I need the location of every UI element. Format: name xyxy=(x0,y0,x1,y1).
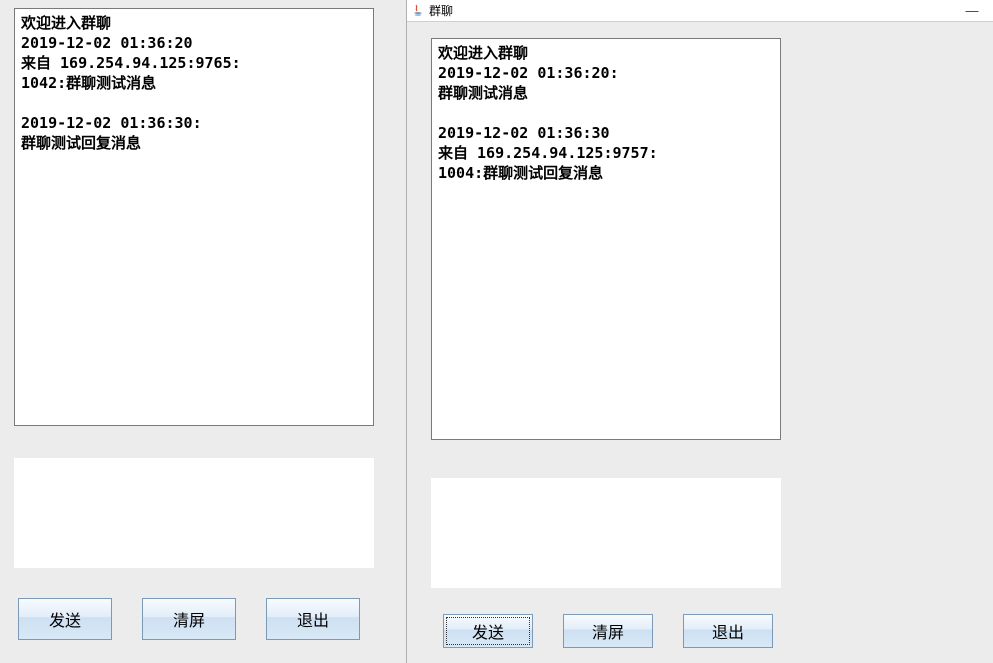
exit-button[interactable]: 退出 xyxy=(266,598,360,640)
java-icon xyxy=(411,4,425,18)
send-button[interactable]: 发送 xyxy=(443,614,533,648)
clear-button[interactable]: 清屏 xyxy=(563,614,653,648)
message-input[interactable] xyxy=(14,458,374,568)
minimize-button[interactable]: — xyxy=(959,3,985,18)
chat-window-left: 欢迎进入群聊 2019-12-02 01:36:20 来自 169.254.94… xyxy=(0,0,406,663)
chat-window-right: 群聊 — 欢迎进入群聊 2019-12-02 01:36:20: 群聊测试消息 … xyxy=(406,0,993,663)
window-titlebar: 群聊 — xyxy=(407,0,993,22)
button-row: 发送 清屏 退出 xyxy=(443,614,773,648)
message-input[interactable] xyxy=(431,478,781,588)
window-controls: — xyxy=(959,3,993,18)
chat-log[interactable]: 欢迎进入群聊 2019-12-02 01:36:20: 群聊测试消息 2019-… xyxy=(431,38,781,440)
button-row: 发送 清屏 退出 xyxy=(18,598,360,640)
window-title: 群聊 xyxy=(429,2,453,19)
chat-log[interactable]: 欢迎进入群聊 2019-12-02 01:36:20 来自 169.254.94… xyxy=(14,8,374,426)
clear-button[interactable]: 清屏 xyxy=(142,598,236,640)
send-button[interactable]: 发送 xyxy=(18,598,112,640)
exit-button[interactable]: 退出 xyxy=(683,614,773,648)
